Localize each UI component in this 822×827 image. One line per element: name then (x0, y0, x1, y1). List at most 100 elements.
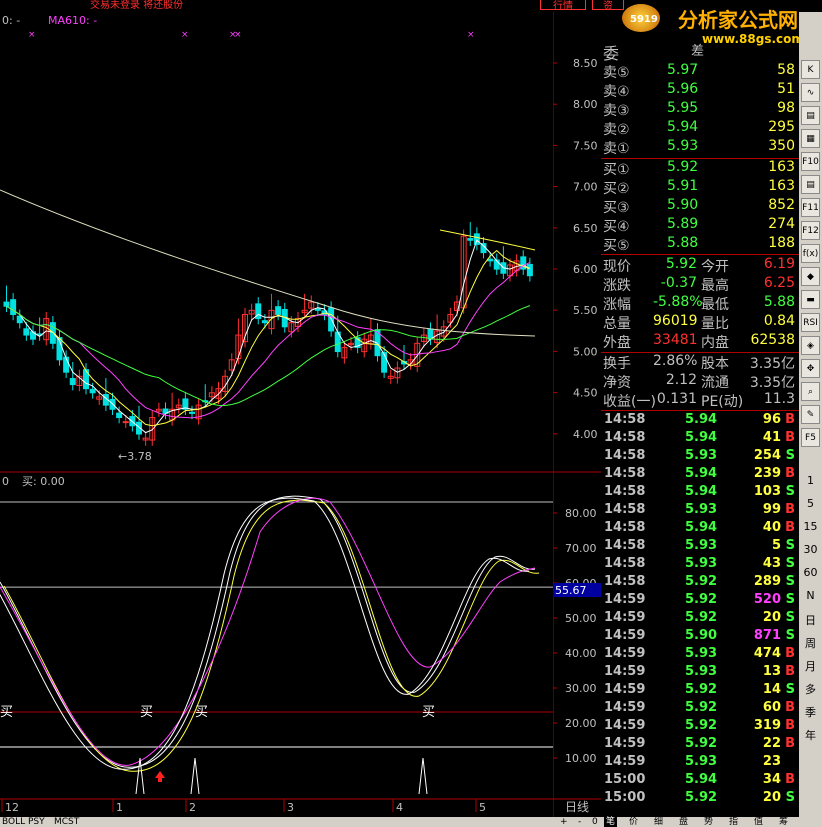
toolbar-button-9[interactable]: ◆ (801, 267, 820, 286)
buy-level-3: 买③ 5.90 852 (601, 197, 799, 216)
buy-arrow-icon (155, 771, 165, 782)
tick-side: B (785, 718, 795, 733)
toolbar-button-0[interactable]: K (801, 60, 820, 79)
toolbar-button-13[interactable]: ✥ (801, 359, 820, 378)
tick-volume: 13 (762, 664, 781, 679)
xaxis-label: 5 (479, 801, 486, 814)
quote-label: 涨跌 (603, 278, 631, 294)
tick-volume: 23 (762, 754, 781, 769)
zoom-out-button[interactable]: - (578, 817, 581, 827)
quote-label-2: 流通 (701, 375, 729, 391)
quote-label-2: 最高 (701, 278, 729, 294)
tick-row: 14:58 5.93 43 S (601, 556, 799, 574)
price-tick-label: 7.50 (573, 139, 598, 152)
period-button-7[interactable]: 周 (799, 635, 822, 651)
tick-price: 5.94 (685, 430, 718, 445)
sell-level-4-price: 5.96 (667, 81, 699, 97)
period-button-6[interactable]: 日 (799, 612, 822, 628)
panel-tab-7[interactable]: 筹 (779, 817, 788, 827)
panel-tab-4[interactable]: 势 (704, 817, 713, 827)
panel-tab-3[interactable]: 盘 (679, 817, 688, 827)
tick-side: S (785, 484, 795, 499)
toolbar-button-14[interactable]: ⌕ (801, 382, 820, 401)
buy-level-3-price: 5.90 (667, 197, 699, 213)
panel-tab-0[interactable]: 笔 (604, 817, 618, 827)
tick-volume: 239 (753, 466, 781, 481)
tab-boll[interactable]: BOLL (2, 817, 25, 827)
buy-level-1-price: 5.92 (667, 159, 699, 175)
buy-level-2-price: 5.91 (667, 178, 699, 194)
tick-row: 14:59 5.93 23 (601, 754, 799, 772)
tick-price: 5.94 (685, 520, 718, 535)
buy-level-4-label: 买④ (603, 219, 630, 235)
tick-side: S (785, 628, 795, 643)
ma20-line (6, 261, 531, 419)
quote-value: 33481 (653, 332, 698, 348)
tick-side: B (785, 502, 795, 517)
tick-time: 14:58 (604, 448, 646, 463)
period-button-3[interactable]: 30 (799, 543, 822, 556)
period-button-8[interactable]: 月 (799, 658, 822, 674)
tick-side: B (785, 664, 795, 679)
toolbar-button-7[interactable]: F12 (801, 221, 820, 240)
tick-price: 5.92 (685, 736, 718, 751)
tick-price: 5.93 (685, 556, 718, 571)
candle-body (261, 320, 268, 324)
tick-time: 14:59 (604, 682, 646, 697)
tick-volume: 14 (762, 682, 781, 697)
panel-tab-5[interactable]: 指 (729, 817, 738, 827)
period-button-1[interactable]: 5 (799, 497, 822, 510)
kline-chart[interactable]: 0: - MA610: -× × ×× ×←3.780 买: 0.00买买买买12 1 2 3 4… (0, 12, 553, 817)
tick-price: 5.93 (685, 538, 718, 553)
k-line (3, 499, 540, 772)
period-button-4[interactable]: 60 (799, 566, 822, 579)
toolbar-button-16[interactable]: F5 (801, 428, 820, 447)
toolbar-button-10[interactable]: ▬ (801, 290, 820, 309)
panel-tab-1[interactable]: 价 (629, 817, 638, 827)
tab-mcst[interactable]: MCST (54, 817, 79, 827)
period-button-10[interactable]: 季 (799, 704, 822, 720)
toolbar-button-12[interactable]: ◈ (801, 336, 820, 355)
tick-price: 5.92 (685, 610, 718, 625)
period-button-11[interactable]: 年 (799, 727, 822, 743)
period-button-0[interactable]: 1 (799, 474, 822, 487)
sell-level-3-label: 卖③ (603, 103, 630, 119)
quote-value-2: 5.88 (763, 294, 795, 310)
sell-level-4: 卖④ 5.96 51 (601, 81, 799, 100)
tick-volume: 34 (762, 772, 781, 787)
period-button-5[interactable]: N (799, 589, 822, 602)
panel-tab-6[interactable]: 值 (754, 817, 763, 827)
tick-side: B (785, 520, 795, 535)
tick-row: 14:59 5.92 60 B (601, 700, 799, 718)
buy-spike (418, 757, 428, 795)
zoom-in-button[interactable]: + (560, 817, 568, 827)
toolbar-button-11[interactable]: RSI (801, 313, 820, 332)
toolbar-button-3[interactable]: ▦ (801, 129, 820, 148)
tick-side: S (785, 538, 795, 553)
period-button-2[interactable]: 15 (799, 520, 822, 533)
toolbar-button-8[interactable]: f(x) (801, 244, 820, 263)
panel-tab-2[interactable]: 细 (654, 817, 663, 827)
toolbar-button-4[interactable]: F10 (801, 152, 820, 171)
quote-row-2: 涨幅 -5.88% 最低 5.88 (601, 294, 799, 313)
quote-divider-top (601, 254, 799, 255)
zoom-reset-button[interactable]: 0 (592, 817, 598, 827)
indicator-header: 0 (2, 475, 9, 488)
tick-price: 5.94 (685, 466, 718, 481)
toolbar-button-5[interactable]: ▤ (801, 175, 820, 194)
toolbar-button-1[interactable]: ∿ (801, 83, 820, 102)
toolbar-button-15[interactable]: ✎ (801, 405, 820, 424)
tick-row: 14:58 5.94 41 B (601, 430, 799, 448)
tick-volume: 103 (753, 484, 781, 499)
sell-level-5: 卖⑤ 5.97 58 (601, 62, 799, 81)
quote-label-2: 最低 (701, 297, 729, 313)
candle-body (122, 421, 129, 424)
cross-marker: × (28, 30, 36, 40)
toolbar-button-2[interactable]: ▤ (801, 106, 820, 125)
quote-tab-button[interactable]: 行情 (540, 0, 586, 12)
toolbar-button-6[interactable]: F11 (801, 198, 820, 217)
tab-psy[interactable]: PSY (28, 817, 45, 827)
buy-signal-label: 买 (195, 705, 208, 720)
tick-side: S (785, 682, 795, 697)
period-button-9[interactable]: 多 (799, 681, 822, 697)
